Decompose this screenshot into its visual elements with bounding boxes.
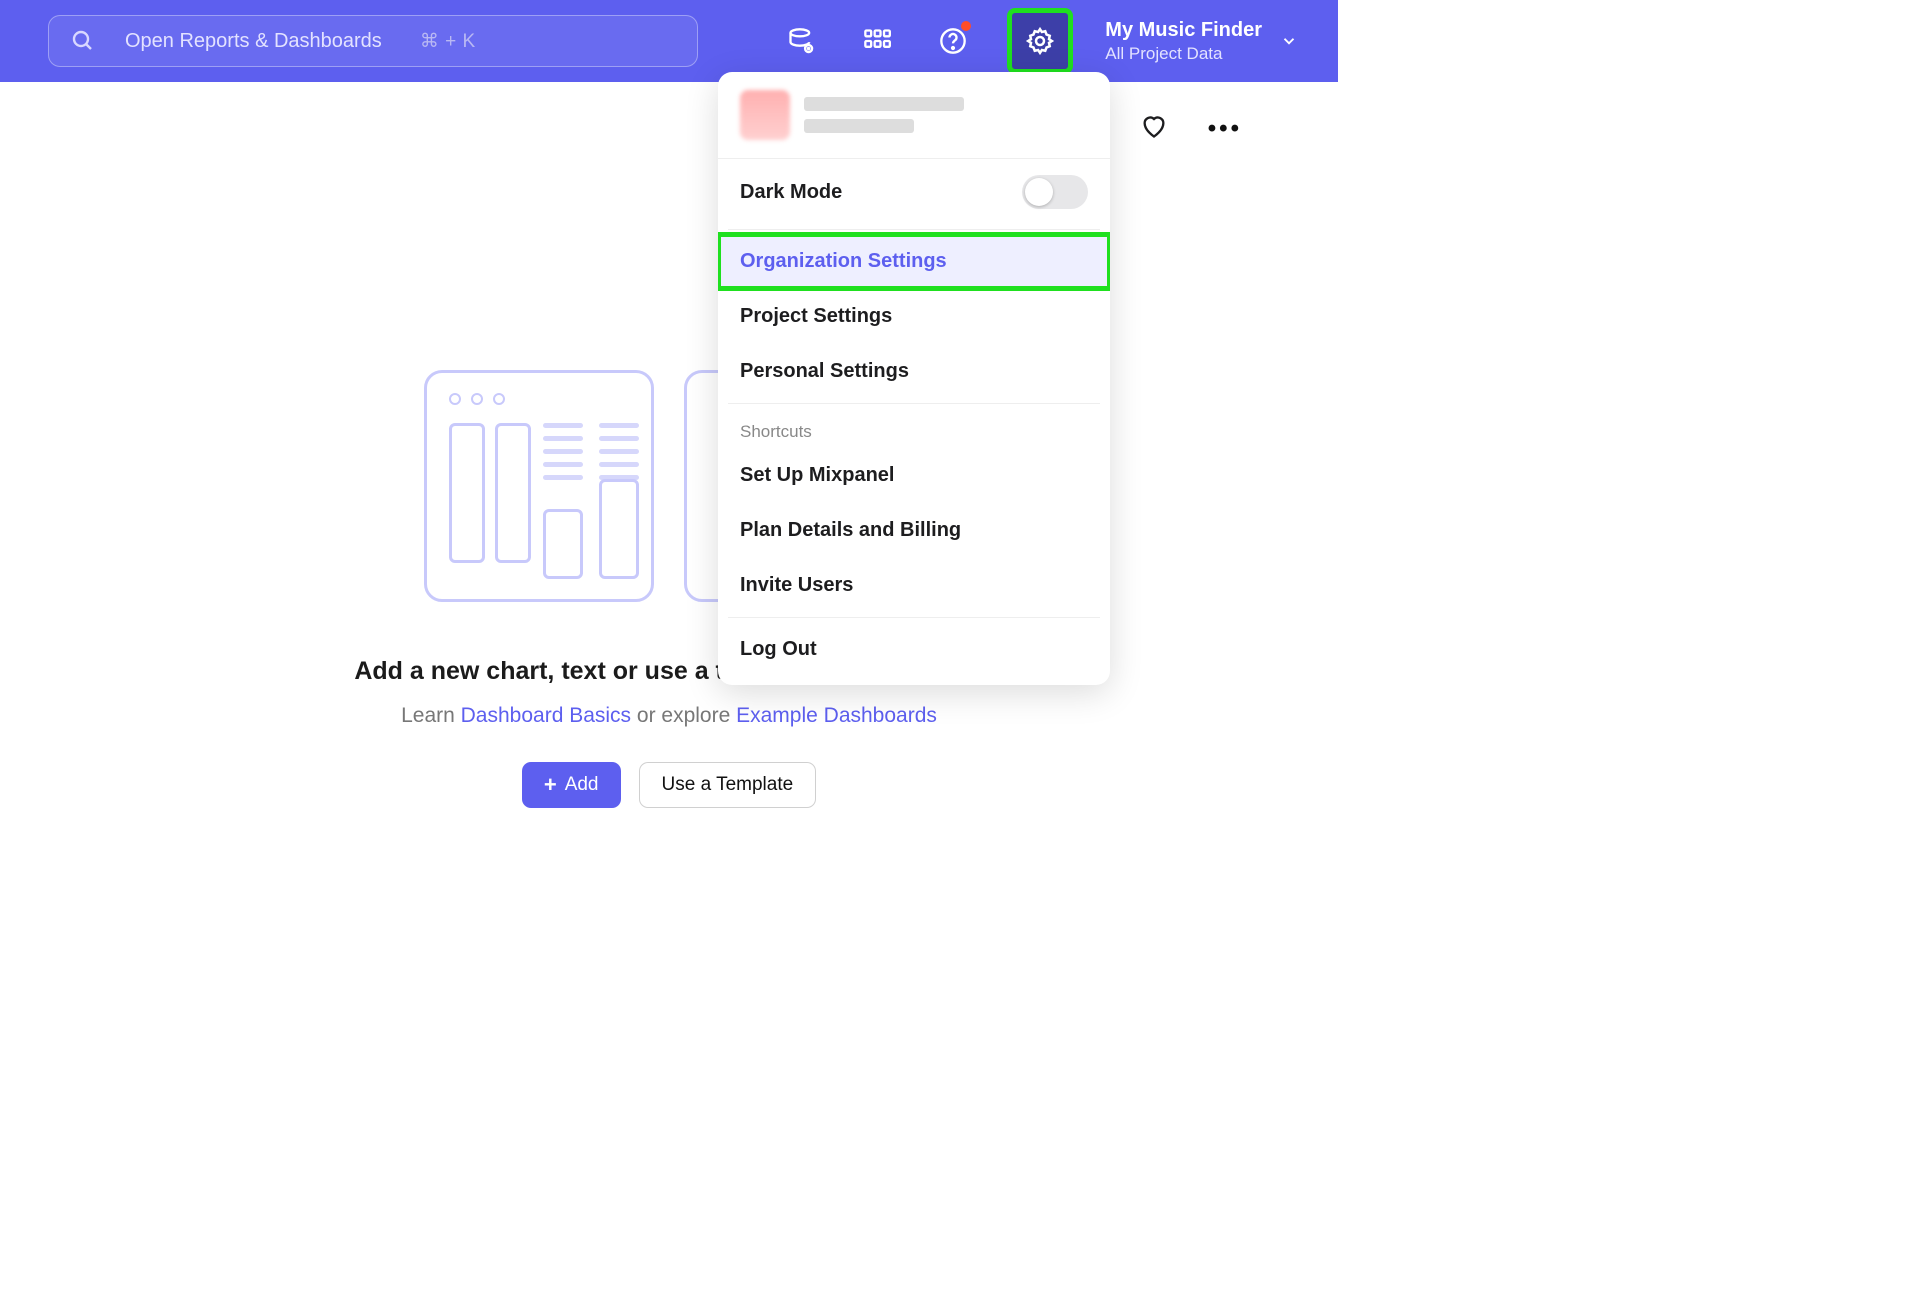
favorite-button[interactable] [1140,112,1168,145]
empty-state-subtext: Learn Dashboard Basics or explore Exampl… [239,704,1099,728]
notification-dot [961,21,971,31]
global-search[interactable]: Open Reports & Dashboards ⌘ + K [48,15,698,67]
organization-settings-item[interactable]: Organization Settings [718,234,1110,289]
help-icon [939,27,967,55]
apps-icon-button[interactable] [855,19,899,63]
gear-icon [1025,26,1055,56]
shortcuts-section-label: Shortcuts [718,408,1110,448]
search-shortcut-hint: ⌘ + K [420,30,476,53]
menu-divider [728,403,1100,404]
setup-mixpanel-item[interactable]: Set Up Mixpanel [718,448,1110,503]
more-actions-button[interactable]: ••• [1208,115,1242,143]
user-name-redacted [804,97,964,133]
menu-user-header [718,72,1110,159]
menu-divider [728,229,1100,230]
menu-divider [728,617,1100,618]
help-icon-button[interactable] [931,19,975,63]
database-icon [787,27,815,55]
dark-mode-label: Dark Mode [740,181,842,204]
use-template-label: Use a Template [662,774,794,796]
user-avatar [740,90,790,140]
add-button-label: Add [565,774,599,796]
settings-dropdown-menu: Dark Mode Organization Settings Project … [718,72,1110,685]
more-icon: ••• [1208,115,1242,142]
search-placeholder-text: Open Reports & Dashboards [125,30,382,53]
heart-icon [1140,112,1168,140]
dark-mode-toggle-row[interactable]: Dark Mode [718,159,1110,225]
project-title: My Music Finder [1105,19,1262,42]
top-nav-bar: Open Reports & Dashboards ⌘ + K My Music… [0,0,1338,82]
personal-settings-item[interactable]: Personal Settings [718,344,1110,399]
data-icon-button[interactable] [779,19,823,63]
add-button[interactable]: + Add [522,762,621,808]
log-out-item[interactable]: Log Out [718,622,1110,677]
apps-grid-icon [863,27,891,55]
project-selector[interactable]: My Music Finder All Project Data [1105,19,1298,64]
search-icon [71,29,95,53]
example-dashboards-link[interactable]: Example Dashboards [736,704,937,727]
project-subtitle: All Project Data [1105,44,1262,64]
plus-icon: + [544,772,557,798]
chevron-down-icon [1280,32,1298,50]
settings-gear-button[interactable] [1007,8,1073,74]
dashboard-card-illustration [424,370,654,602]
dark-mode-toggle[interactable] [1022,175,1088,209]
dashboard-basics-link[interactable]: Dashboard Basics [461,704,631,727]
use-template-button[interactable]: Use a Template [639,762,817,808]
invite-users-item[interactable]: Invite Users [718,558,1110,613]
project-settings-item[interactable]: Project Settings [718,289,1110,344]
plan-billing-item[interactable]: Plan Details and Billing [718,503,1110,558]
